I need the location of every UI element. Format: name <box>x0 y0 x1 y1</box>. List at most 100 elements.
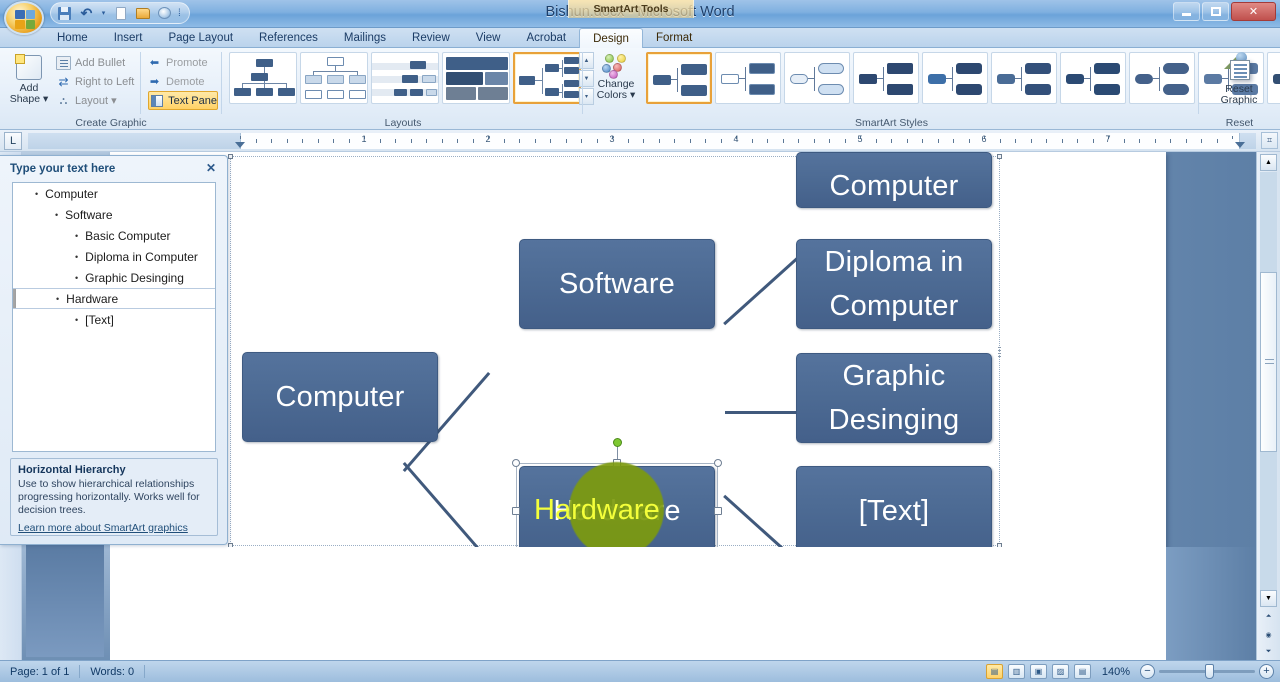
scroll-track-lower[interactable] <box>1260 452 1277 590</box>
horizontal-ruler[interactable]: 1 2 3 4 5 6 7 <box>28 133 1256 149</box>
text-pane-item[interactable]: • Hardware <box>13 288 215 309</box>
open-icon[interactable] <box>133 4 152 22</box>
layout-hierarchy[interactable] <box>300 52 368 104</box>
zoom-slider[interactable]: − + <box>1140 664 1274 679</box>
rotation-handle[interactable] <box>613 438 622 447</box>
style-moderate-effect[interactable] <box>853 52 919 104</box>
page-indicator[interactable]: Page: 1 of 1 <box>0 661 79 682</box>
zoom-slider-track[interactable] <box>1159 664 1255 679</box>
undo-dropdown-icon[interactable]: ▾ <box>99 4 108 22</box>
reset-graphic-button[interactable]: Reset Graphic <box>1207 52 1271 116</box>
zoom-slider-thumb[interactable] <box>1205 664 1214 679</box>
tab-home[interactable]: Home <box>44 28 101 48</box>
scroll-down-button[interactable]: ▼ <box>1260 590 1277 607</box>
scroll-thumb[interactable] <box>1260 272 1277 452</box>
layout-table-hierarchy[interactable] <box>442 52 510 104</box>
tab-stop-selector[interactable]: L <box>4 132 22 150</box>
frame-handle-e[interactable] <box>998 347 1001 358</box>
demote-button[interactable]: ➡ Demote <box>148 72 218 91</box>
tab-design[interactable]: Design <box>579 28 643 48</box>
smartart-node-software[interactable]: Software <box>519 239 715 329</box>
qat-more-icon[interactable]: ⁞ <box>178 8 181 19</box>
text-pane-item-handle[interactable] <box>13 289 16 308</box>
text-pane-item[interactable]: • [Text] <box>13 309 215 330</box>
handle-e[interactable] <box>714 507 722 515</box>
add-bullet-button[interactable]: Add Bullet <box>56 53 144 72</box>
tab-insert[interactable]: Insert <box>101 28 156 48</box>
layout-labeled-hierarchy[interactable] <box>371 52 439 104</box>
full-screen-reading-view-button[interactable]: ▥ <box>1008 664 1025 679</box>
zoom-percentage[interactable]: 140% <box>1096 666 1130 678</box>
handle-w[interactable] <box>512 507 520 515</box>
layout-organization-chart[interactable] <box>229 52 297 104</box>
layout-horizontal-hierarchy[interactable] <box>513 52 581 104</box>
frame-handle-ne[interactable] <box>997 154 1002 159</box>
save-icon[interactable] <box>55 4 74 22</box>
learn-more-link[interactable]: Learn more about SmartArt graphics <box>18 522 188 534</box>
spell-check-icon[interactable] <box>145 664 165 679</box>
previous-page-button[interactable]: ⏶ <box>1260 608 1277 625</box>
vertical-scrollbar[interactable]: ▲ ▼ ⏶ ◉ ⏷ <box>1256 152 1280 660</box>
group-divider <box>221 52 222 114</box>
frame-handle-nw[interactable] <box>228 154 233 159</box>
style-white-outline[interactable] <box>715 52 781 104</box>
promote-button[interactable]: ⬅ Promote <box>148 53 218 72</box>
tab-acrobat[interactable]: Acrobat <box>513 28 579 48</box>
smartart-text-pane[interactable]: Type your text here ✕ • Computer • Software… <box>0 155 228 545</box>
scroll-up-button[interactable]: ▲ <box>1260 154 1277 171</box>
smartart-node-diploma[interactable]: Diploma in Computer <box>796 239 992 329</box>
undo-icon[interactable]: ↶ <box>77 4 96 22</box>
style-intense-effect[interactable] <box>922 52 988 104</box>
tab-format[interactable]: Format <box>643 28 705 48</box>
zoom-out-button[interactable]: − <box>1140 664 1155 679</box>
print-layout-view-button[interactable]: ▤ <box>986 664 1003 679</box>
style-polished[interactable] <box>991 52 1057 104</box>
indent-marker-right[interactable] <box>1235 142 1245 148</box>
smartart-node-graphic[interactable]: Graphic Desinging <box>796 353 992 443</box>
handle-nw[interactable] <box>512 459 520 467</box>
layout-button[interactable]: ⛬ Layout ▾ <box>56 91 144 110</box>
tab-view[interactable]: View <box>463 28 514 48</box>
office-button[interactable] <box>4 1 44 35</box>
style-simple-fill[interactable] <box>646 52 712 104</box>
ruler-view-toggle-icon[interactable]: ⌗ <box>1261 132 1278 149</box>
close-button[interactable]: ✕ <box>1231 2 1276 21</box>
tab-references[interactable]: References <box>246 28 331 48</box>
text-pane-item[interactable]: • Basic Computer <box>13 225 215 246</box>
text-pane-item[interactable]: • Graphic Desinging <box>13 267 215 288</box>
right-to-left-button[interactable]: ⇄ Right to Left <box>56 72 144 91</box>
smartart-node-basic[interactable]: Computer <box>796 152 992 208</box>
tab-page-layout[interactable]: Page Layout <box>155 28 246 48</box>
next-page-button[interactable]: ⏷ <box>1260 643 1277 660</box>
select-browse-object-button[interactable]: ◉ <box>1260 626 1277 643</box>
new-document-icon[interactable] <box>111 4 130 22</box>
change-colors-button[interactable]: Change Colors ▾ <box>590 52 642 114</box>
tab-review[interactable]: Review <box>399 28 463 48</box>
text-pane-item[interactable]: • Computer <box>13 183 215 204</box>
handle-ne[interactable] <box>714 459 722 467</box>
text-pane-close-icon[interactable]: ✕ <box>203 160 219 176</box>
maximize-button[interactable] <box>1202 2 1229 21</box>
print-preview-icon[interactable] <box>155 4 174 22</box>
add-shape-button[interactable]: Add Shape ▾ <box>6 52 52 114</box>
web-layout-view-button[interactable]: ▣ <box>1030 664 1047 679</box>
tab-mailings[interactable]: Mailings <box>331 28 399 48</box>
indent-marker-left[interactable] <box>235 142 245 148</box>
style-subtle-effect[interactable] <box>784 52 850 104</box>
document-page-lower[interactable] <box>110 547 1166 660</box>
word-count[interactable]: Words: 0 <box>80 661 144 682</box>
scroll-track-upper[interactable] <box>1260 172 1277 272</box>
text-pane-item[interactable]: • Diploma in Computer <box>13 246 215 267</box>
text-pane-outline[interactable]: • Computer • Software • Basic Computer • Diplom… <box>12 182 216 452</box>
smartart-node-root[interactable]: Computer <box>242 352 438 442</box>
smartart-graphic-frame[interactable]: Computer Software Computer Diploma in Co… <box>228 152 1002 641</box>
minimize-button[interactable] <box>1173 2 1200 21</box>
smartart-node-placeholder[interactable]: [Text] <box>796 466 992 556</box>
style-inset[interactable] <box>1060 52 1126 104</box>
text-pane-toggle-button[interactable]: Text Pane <box>148 91 218 110</box>
draft-view-button[interactable]: ▤ <box>1074 664 1091 679</box>
outline-view-button[interactable]: ▨ <box>1052 664 1069 679</box>
zoom-in-button[interactable]: + <box>1259 664 1274 679</box>
style-cartoon[interactable] <box>1129 52 1195 104</box>
text-pane-item[interactable]: • Software <box>13 204 215 225</box>
